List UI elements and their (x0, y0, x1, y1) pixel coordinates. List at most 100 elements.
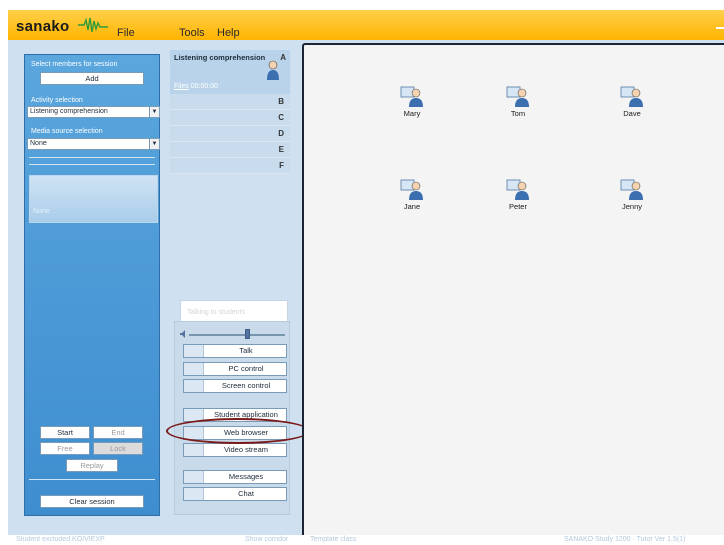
student-workstation-icon (400, 179, 423, 200)
start-button[interactable]: Start (40, 426, 90, 439)
application-icon (184, 409, 204, 421)
student-name: Jane (403, 202, 421, 211)
pc-control-icon (184, 363, 204, 375)
volume-slider[interactable] (189, 334, 285, 336)
group-b[interactable]: B (170, 94, 290, 110)
student-name: Mary (403, 109, 421, 118)
sanako-logo: sanako (16, 18, 70, 35)
student-workstation-icon (620, 86, 643, 107)
globe-icon (184, 427, 204, 439)
menu-tools[interactable]: Tools (179, 27, 205, 39)
status-left: Student excluded KOIVIEXP (16, 536, 105, 543)
none-text: None (33, 208, 50, 215)
media-info-box (29, 175, 158, 223)
student-workstation-icon (506, 179, 529, 200)
student-jane[interactable]: Jane (382, 178, 442, 211)
group-letter: F (279, 161, 284, 170)
media-source-value: None (30, 140, 47, 147)
student-jenny[interactable]: Jenny (602, 178, 662, 211)
end-button[interactable]: End (93, 426, 143, 439)
dropdown-arrow-icon[interactable]: ▼ (149, 139, 159, 149)
web-browser-button[interactable]: Web browser (183, 426, 287, 440)
media-source-label: Media source selection (31, 128, 103, 135)
messages-button[interactable]: Messages (183, 470, 287, 484)
screen-control-label: Screen control (221, 381, 271, 390)
video-stream-button[interactable]: Video stream (183, 443, 287, 457)
student-name: Tom (510, 109, 526, 118)
pc-control-button[interactable]: PC control (183, 362, 287, 376)
menu-file[interactable]: File (117, 27, 135, 39)
student-application-button[interactable]: Student application (183, 408, 287, 422)
lock-button[interactable]: Lock (93, 442, 143, 455)
replay-button[interactable]: Replay (66, 459, 118, 472)
student-dave[interactable]: Dave (602, 85, 662, 118)
talk-button[interactable]: Talk (183, 344, 287, 358)
select-members-label: Select members for session (31, 61, 118, 68)
media-source-select[interactable]: None ▼ (27, 138, 160, 150)
version-text: SANAKO Study 1200 · Tutor Ver 1.5(1) (564, 536, 686, 543)
chat-button[interactable]: Chat (183, 487, 287, 501)
group-letter: C (278, 113, 284, 122)
pc-control-label: PC control (228, 364, 264, 373)
student-application-label: Student application (214, 410, 278, 419)
student-workstation-icon (400, 86, 423, 107)
session-panel: Select members for session Add Activity … (24, 54, 160, 516)
web-browser-label: Web browser (223, 428, 269, 437)
sound-wave-icon (78, 17, 108, 33)
dropdown-arrow-icon[interactable]: ▼ (149, 107, 159, 117)
messages-label: Messages (228, 472, 264, 481)
group-letter: B (278, 97, 284, 106)
microphone-icon (184, 345, 204, 357)
video-stream-label: Video stream (223, 445, 269, 454)
menu-bar: sanako File Tools Help (8, 10, 724, 40)
group-a-time: Files 00:00:00 (174, 83, 218, 90)
chat-label: Chat (238, 489, 254, 498)
timer-value: 00:00:00 (190, 83, 218, 90)
chat-icon (184, 488, 204, 500)
volume-slider-handle[interactable] (245, 329, 250, 339)
menu-help[interactable]: Help (217, 27, 240, 39)
student-name: Peter (509, 202, 527, 211)
divider (29, 164, 155, 165)
screen-control-icon (184, 380, 204, 392)
add-button[interactable]: Add (40, 72, 144, 85)
app-window: sanako File Tools Help Select members fo… (0, 0, 724, 545)
speaker-icon (180, 330, 185, 338)
group-a[interactable]: Listening comprehension A Files 00:00:00 (170, 50, 290, 98)
status-bar: Student excluded KOIVIEXP Show corridor … (8, 535, 724, 545)
teacher-icon (267, 60, 279, 80)
group-letter: D (278, 129, 284, 138)
clear-session-button[interactable]: Clear session (40, 495, 144, 508)
group-letter: E (278, 145, 284, 154)
group-f[interactable]: F (170, 158, 290, 174)
divider (29, 157, 155, 158)
group-d[interactable]: D (170, 126, 290, 142)
student-workstation-icon (620, 179, 643, 200)
group-a-letter: A (280, 53, 286, 62)
student-mary[interactable]: Mary (382, 85, 442, 118)
student-name: Jenny (621, 202, 642, 211)
student-peter[interactable]: Peter (488, 178, 548, 211)
group-e[interactable]: E (170, 142, 290, 158)
group-a-title: Listening comprehension (174, 53, 266, 62)
show-corridor-link[interactable]: Show corridor (245, 536, 288, 543)
activity-select-value: Listening comprehension (30, 108, 108, 115)
student-workstation-icon (506, 86, 529, 107)
minimize-icon[interactable] (716, 23, 724, 29)
talk-label: Talk (239, 346, 253, 355)
student-tom[interactable]: Tom (488, 85, 548, 118)
template-class-text: Template class (310, 536, 357, 543)
video-icon (184, 444, 204, 456)
class-view: Mary Tom Dave Jane Peter Jenny (302, 43, 724, 535)
free-button[interactable]: Free (40, 442, 90, 455)
divider (29, 479, 155, 480)
screen-control-button[interactable]: Screen control (183, 379, 287, 393)
activity-selection-label: Activity selection (31, 97, 83, 104)
files-link[interactable]: Files (174, 83, 189, 90)
group-c[interactable]: C (170, 110, 290, 126)
control-panel: Talk PC control Screen control Student a… (174, 321, 290, 515)
groups-column: Listening comprehension A Files 00:00:00… (170, 50, 294, 516)
message-icon (184, 471, 204, 483)
activity-select[interactable]: Listening comprehension ▼ (27, 106, 160, 118)
student-name: Dave (623, 109, 641, 118)
